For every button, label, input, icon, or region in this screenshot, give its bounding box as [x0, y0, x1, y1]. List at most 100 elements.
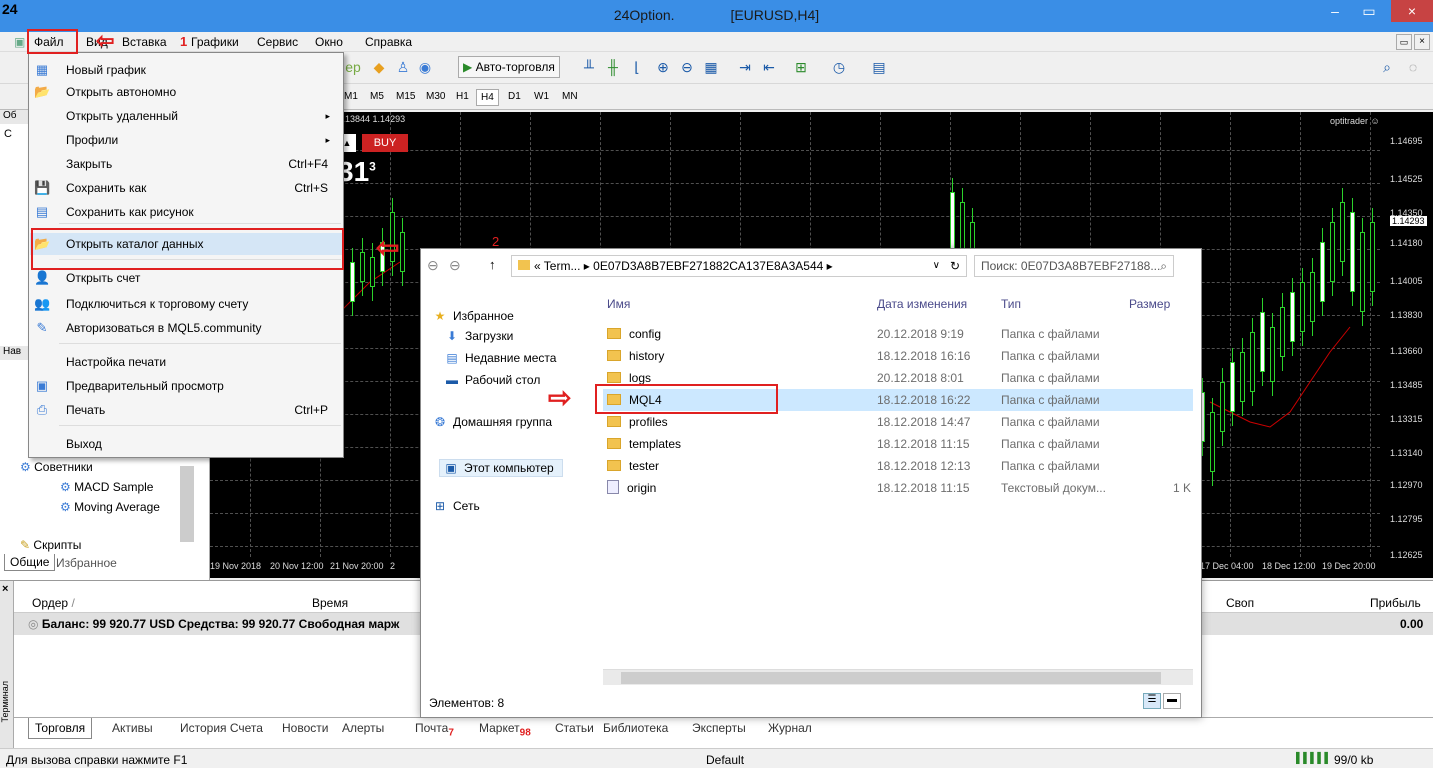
forward-icon[interactable]: ⊖ — [449, 257, 461, 274]
col-name[interactable]: Имя — [607, 297, 630, 311]
back-icon[interactable]: ⊖ — [427, 257, 439, 274]
tile-icon[interactable]: ▦ — [702, 58, 720, 76]
autoscroll-icon[interactable]: ⇥ — [736, 58, 754, 76]
tab-mail[interactable]: Почта7 — [415, 721, 454, 738]
zoom-out-icon[interactable]: ⊖ — [678, 58, 696, 76]
tab-news[interactable]: Новости — [282, 721, 328, 735]
line-chart-icon[interactable]: ⌊ — [628, 58, 646, 76]
tf-w1[interactable]: W1 — [530, 89, 553, 104]
navigator-scrollbar[interactable] — [180, 466, 194, 542]
tab-trade[interactable]: Торговля — [28, 718, 93, 739]
file-menu-item[interactable]: 👥 Подключиться к торговому счету — [30, 293, 342, 315]
menu-insert[interactable]: Вставка — [122, 34, 167, 50]
file-menu-item[interactable]: Выход — [30, 433, 342, 455]
file-row[interactable]: templates 18.12.2018 11:15 Папка с файлами — [603, 433, 1183, 455]
file-row[interactable]: tester 18.12.2018 12:13 Папка с файлами — [603, 455, 1183, 477]
large-icons-view-icon[interactable]: ▬ — [1163, 693, 1181, 709]
col-order[interactable]: Ордер / — [32, 596, 75, 610]
file-menu-item[interactable]: Закрыть Ctrl+F4 — [30, 153, 342, 175]
file-row[interactable]: config 20.12.2018 9:19 Папка с файлами — [603, 323, 1183, 345]
menu-service[interactable]: Сервис — [257, 34, 298, 50]
tab-library[interactable]: Библиотека — [603, 721, 668, 735]
mdi-close-icon[interactable]: × — [1414, 34, 1430, 50]
file-row[interactable]: origin 18.12.2018 11:15 Текстовый докум...… — [603, 477, 1191, 499]
tab-journal[interactable]: Журнал — [768, 721, 812, 735]
address-bar[interactable]: « Term... ▸ 0E07D3A8B7EBF271882CA137E8A3… — [511, 255, 967, 277]
mdi-restore-icon[interactable]: ▭ — [1396, 34, 1412, 50]
file-menu-item[interactable]: ⎙ Печать Ctrl+P — [30, 399, 342, 421]
tf-h1[interactable]: H1 — [452, 89, 473, 104]
scroll-thumb[interactable] — [621, 672, 1161, 684]
menu-window[interactable]: Окно — [315, 34, 343, 50]
tree-experts[interactable]: ⚙ Советники — [20, 460, 93, 474]
tf-m15[interactable]: M15 — [392, 89, 419, 104]
menu-help[interactable]: Справка — [365, 34, 412, 50]
terminal-close-icon[interactable]: × — [2, 583, 8, 595]
horizontal-scrollbar[interactable] — [603, 669, 1193, 685]
zoom-in-icon[interactable]: ⊕ — [654, 58, 672, 76]
candles-icon[interactable]: ╫ — [604, 58, 622, 76]
tree-moving-average[interactable]: ⚙ Moving Average — [60, 500, 160, 514]
tree-scripts[interactable]: ✎ Скрипты — [20, 538, 81, 552]
tab-general[interactable]: Общие — [4, 554, 56, 571]
address-dropdown-icon[interactable]: ∨ — [933, 256, 940, 276]
file-menu-item[interactable]: 📂 Открыть автономно — [30, 81, 342, 103]
file-menu-item[interactable]: ▤ Сохранить как рисунок — [30, 201, 342, 223]
nav-this-pc[interactable]: ▣ Этот компьютер — [439, 459, 563, 477]
col-size[interactable]: Размер — [1129, 297, 1170, 311]
diamond-icon[interactable]: ◆ — [370, 58, 388, 76]
tf-h4[interactable]: H4 — [476, 89, 499, 106]
file-menu-item[interactable]: ✎ Авторизоваться в MQL5.community — [30, 317, 342, 339]
tab-articles[interactable]: Статьи — [555, 721, 594, 735]
file-menu-item[interactable]: 💾 Сохранить как Ctrl+S — [30, 177, 342, 199]
tab-experts[interactable]: Эксперты — [692, 721, 746, 735]
details-view-icon[interactable]: ☰ — [1143, 693, 1161, 709]
maximize-button[interactable]: ▭ — [1352, 0, 1386, 22]
nav-favorites[interactable]: ★ Избранное — [431, 309, 514, 323]
signal-icon[interactable]: ◉ — [416, 58, 434, 76]
tab-favorites[interactable]: Избранное — [56, 556, 117, 570]
tf-d1[interactable]: D1 — [504, 89, 525, 104]
file-row[interactable]: history 18.12.2018 16:16 Папка с файлами — [603, 345, 1183, 367]
nav-desktop[interactable]: ▬ Рабочий стол — [443, 373, 540, 387]
tree-macd-sample[interactable]: ⚙ MACD Sample — [60, 480, 153, 494]
shift-icon[interactable]: ⇤ — [760, 58, 778, 76]
file-row[interactable]: profiles 18.12.2018 14:47 Папка с файлами — [603, 411, 1183, 433]
search-icon[interactable]: ⌕ — [1378, 58, 1396, 76]
nav-homegroup[interactable]: ❂ Домашняя группа — [431, 415, 552, 429]
col-swap[interactable]: Своп — [1226, 596, 1254, 610]
file-menu-item[interactable]: Профили ▸ — [30, 129, 342, 151]
tab-alerts[interactable]: Алерты — [342, 721, 384, 735]
tab-history[interactable]: История Счета — [180, 721, 263, 735]
refresh-icon[interactable]: ↻ — [950, 256, 960, 276]
expert-icon[interactable]: ер — [344, 58, 362, 76]
templates-icon[interactable]: ▤ — [870, 58, 888, 76]
robot-icon[interactable]: ♙ — [394, 58, 412, 76]
col-time[interactable]: Время — [312, 596, 348, 610]
close-button[interactable]: × — [1391, 0, 1433, 22]
minimize-button[interactable]: – — [1318, 0, 1352, 22]
bar-chart-icon[interactable]: ╨ — [580, 58, 598, 76]
tf-m30[interactable]: M30 — [422, 89, 449, 104]
tf-m5[interactable]: M5 — [366, 89, 388, 104]
up-icon[interactable]: ↑ — [489, 257, 496, 272]
file-menu-item[interactable]: ▦ Новый график — [30, 59, 342, 81]
nav-recent[interactable]: ▤ Недавние места — [443, 351, 556, 365]
nav-downloads[interactable]: ⬇ Загрузки — [443, 329, 513, 343]
tab-assets[interactable]: Активы — [112, 721, 153, 735]
file-menu-item[interactable]: 👤 Открыть счет — [30, 267, 342, 289]
col-date[interactable]: Дата изменения — [877, 297, 967, 311]
nav-network[interactable]: ⊞ Сеть — [431, 499, 480, 513]
tab-market[interactable]: Маркет98 — [479, 721, 531, 738]
autotrade-button[interactable]: ▶ Авто-торговля — [458, 56, 560, 78]
chat-icon[interactable]: ◌ — [1404, 58, 1422, 76]
file-menu-item[interactable]: ▣ Предварительный просмотр — [30, 375, 342, 397]
col-profit[interactable]: Прибыль — [1370, 596, 1421, 610]
menu-charts[interactable]: Графики — [191, 34, 239, 50]
file-menu-item[interactable]: Настройка печати — [30, 351, 342, 373]
tf-mn[interactable]: MN — [558, 89, 582, 104]
file-menu-item[interactable]: Открыть удаленный ▸ — [30, 105, 342, 127]
col-type[interactable]: Тип — [1001, 297, 1021, 311]
indicators-icon[interactable]: ⊞ — [792, 58, 810, 76]
search-input[interactable]: Поиск: 0E07D3A8B7EBF27188... ⌕ — [974, 255, 1174, 277]
